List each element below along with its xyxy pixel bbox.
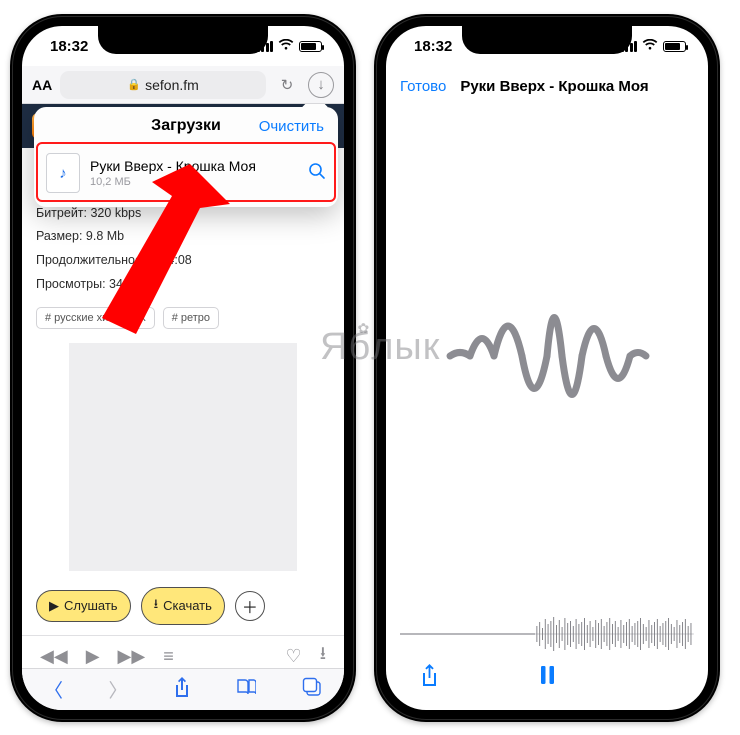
status-time: 18:32 — [50, 38, 88, 55]
status-time: 18:32 — [414, 38, 452, 55]
download-icon[interactable]: ⭳ — [320, 641, 326, 668]
annotation-arrow — [80, 164, 230, 334]
url-field[interactable]: 🔒 sefon.fm — [60, 71, 266, 99]
safari-url-bar: AA 🔒 sefon.fm ↻ ↓ — [22, 66, 344, 104]
back-button[interactable]: 〈 — [44, 676, 63, 703]
notch — [462, 26, 632, 54]
mini-player: ◀◀ ▶ ▶▶ ≡ ♡ ⭳ — [22, 635, 344, 669]
bookmarks-button[interactable] — [236, 678, 256, 702]
meta-size-label: Размер — [36, 229, 86, 243]
wifi-icon — [642, 38, 658, 55]
listen-button[interactable]: ▶ Слушать — [36, 590, 131, 622]
notch — [98, 26, 268, 54]
wifi-icon — [278, 38, 294, 55]
page-content: 🎵 Дат Фор Битрейт320 kbps Размер9.8 Mb П… — [22, 104, 344, 668]
safari-toolbar: 〈 〉 — [22, 668, 344, 710]
action-row: ▶ Слушать ⭳ Скачать ＋ — [22, 577, 344, 635]
forward-button[interactable]: 〉 — [109, 676, 128, 703]
waveform-icon — [442, 271, 652, 441]
quicklook-title: Руки Вверх - Крошка Моя — [460, 78, 648, 95]
reload-button[interactable]: ↻ — [274, 72, 300, 98]
downloads-title: Загрузки — [151, 117, 221, 135]
album-art-placeholder — [69, 343, 297, 571]
reader-button[interactable]: AA — [32, 77, 52, 93]
prev-icon[interactable]: ◀◀ — [40, 646, 68, 667]
waveform-scrubber — [535, 614, 694, 654]
play-icon[interactable]: ▶ — [86, 646, 100, 667]
screen-left: 18:32 AA 🔒 sefon.fm ↻ ↓ — [22, 26, 344, 710]
done-button[interactable]: Готово — [400, 78, 446, 95]
screen-right: 18:32 Готово Руки Вверх - Крошка Моя — [386, 26, 708, 710]
heart-icon[interactable]: ♡ — [286, 646, 302, 667]
quicklook-footer — [386, 606, 708, 710]
quicklook-controls — [400, 656, 694, 700]
clear-downloads-button[interactable]: Очистить — [259, 118, 324, 135]
pause-button[interactable] — [540, 666, 555, 690]
audio-track[interactable] — [400, 612, 694, 656]
reveal-icon[interactable] — [308, 162, 326, 185]
share-button[interactable] — [173, 676, 191, 704]
url-host: sefon.fm — [145, 77, 199, 93]
add-button[interactable]: ＋ — [235, 591, 265, 621]
share-button[interactable] — [420, 663, 439, 693]
quicklook-header: Готово Руки Вверх - Крошка Моя — [386, 66, 708, 106]
phone-right: 18:32 Готово Руки Вверх - Крошка Моя — [374, 14, 720, 722]
tabs-button[interactable] — [302, 677, 322, 703]
battery-icon — [299, 41, 322, 52]
download-button[interactable]: ⭳ Скачать — [141, 587, 225, 625]
list-icon[interactable]: ≡ — [163, 646, 174, 667]
next-icon[interactable]: ▶▶ — [118, 646, 146, 667]
lock-icon: 🔒 — [127, 78, 141, 91]
quicklook-body — [386, 106, 708, 606]
downloads-button[interactable]: ↓ — [308, 72, 334, 98]
battery-icon — [663, 41, 686, 52]
file-icon: ♪ — [46, 153, 80, 193]
phone-left: 18:32 AA 🔒 sefon.fm ↻ ↓ — [10, 14, 356, 722]
